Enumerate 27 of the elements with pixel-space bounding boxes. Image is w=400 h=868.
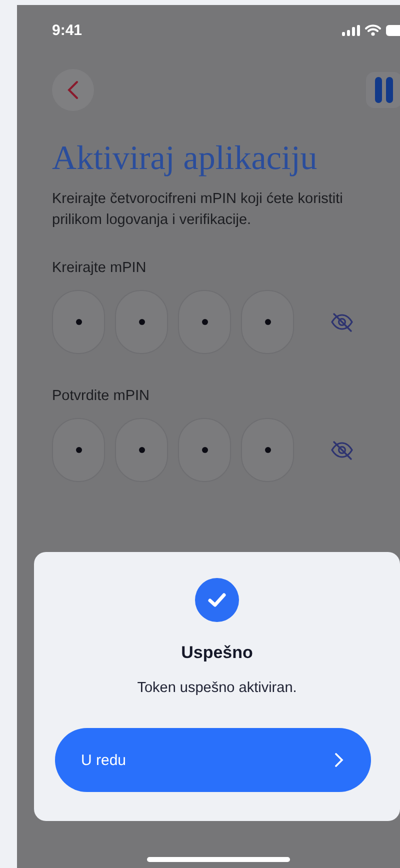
pin-digit-field[interactable]: [115, 418, 168, 482]
pin-label: Kreirajte mPIN: [52, 260, 148, 276]
wifi-icon: [365, 24, 381, 36]
page-title: Aktiviraj aplikaciju: [52, 139, 318, 179]
eye-slash-icon[interactable]: [330, 312, 354, 332]
battery-icon: [386, 24, 400, 36]
chevron-left-icon: [67, 80, 79, 100]
pin-digit-field[interactable]: [115, 290, 168, 354]
check-circle-icon: [195, 578, 239, 622]
pin-digit-field[interactable]: [178, 290, 231, 354]
back-button[interactable]: [52, 69, 94, 111]
pin-digit-field[interactable]: [241, 418, 294, 482]
dialog-message: Token uspešno aktiviran.: [137, 680, 297, 696]
signal-icon: [342, 24, 360, 36]
pin-label: Potvrdite mPIN: [52, 388, 150, 404]
pin-digit-field[interactable]: [52, 290, 105, 354]
pause-button[interactable]: [366, 72, 400, 108]
eye-slash-icon[interactable]: [330, 440, 354, 460]
ok-button[interactable]: U redu: [55, 728, 371, 792]
pin-digit-field[interactable]: [52, 418, 105, 482]
status-time: 9:41: [52, 22, 82, 38]
pin-digit-field[interactable]: [178, 418, 231, 482]
dialog-title: Uspešno: [181, 643, 253, 663]
description-text: Kreirajte četvorocifreni mPIN koji ćete koristiti prilikom logovanja i verifikacije.: [52, 190, 344, 230]
chevron-right-icon: [334, 752, 344, 768]
pin-digit-field[interactable]: [241, 290, 294, 354]
pause-icon: [374, 77, 394, 103]
